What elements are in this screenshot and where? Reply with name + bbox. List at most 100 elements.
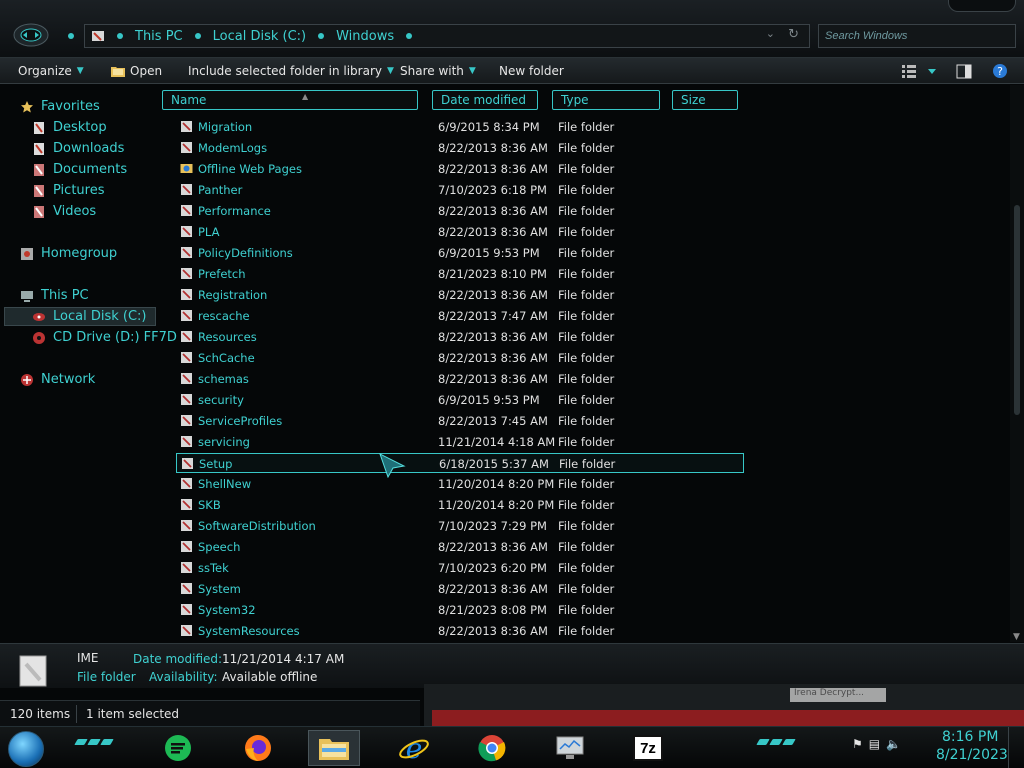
column-header-date[interactable]: Date modified (432, 90, 538, 110)
vertical-scrollbar[interactable]: ▼ (1010, 85, 1024, 642)
file-row[interactable]: security 6/9/2015 9:53 PM File folder (176, 390, 744, 410)
file-row[interactable]: System32 8/21/2023 8:08 PM File folder (176, 600, 744, 620)
file-type: File folder (558, 498, 615, 512)
file-row[interactable]: System 8/22/2013 8:36 AM File folder (176, 579, 744, 599)
start-button[interactable] (8, 731, 44, 767)
recent-pages-dot-icon[interactable] (68, 33, 74, 39)
organize-button[interactable]: Organize ▼ (18, 58, 84, 84)
column-header-name[interactable]: Name ▲ (162, 90, 418, 110)
nav-desktop[interactable]: Desktop (32, 120, 107, 135)
file-date-modified: 6/9/2015 9:53 PM (438, 246, 540, 260)
file-row[interactable]: rescache 8/22/2013 7:47 AM File folder (176, 306, 744, 326)
file-row[interactable]: SoftwareDistribution 7/10/2023 7:29 PM Fil… (176, 516, 744, 536)
file-row[interactable]: Resources 8/22/2013 8:36 AM File folder (176, 327, 744, 347)
chevron-down-icon: ▼ (468, 66, 476, 76)
file-name: System32 (198, 603, 256, 617)
share-with-button[interactable]: Share with ▼ (400, 58, 476, 84)
scroll-down-icon[interactable]: ▼ (1013, 632, 1020, 642)
status-item-count: 120 items (10, 707, 71, 721)
breadcrumb-windows[interactable]: Windows (336, 29, 394, 44)
file-row[interactable]: SKB 11/20/2014 8:20 PM File folder (176, 495, 744, 515)
folder-icon (181, 541, 192, 552)
column-header-size[interactable]: Size (672, 90, 738, 110)
file-row[interactable]: schemas 8/22/2013 8:36 AM File folder (176, 369, 744, 389)
chrome-icon (478, 735, 506, 762)
clock-time[interactable]: 8:16 PM (942, 729, 998, 745)
new-folder-button[interactable]: New folder (499, 58, 564, 84)
chevron-down-icon[interactable]: ⌄ (766, 27, 775, 40)
nav-documents[interactable]: Documents (32, 162, 127, 177)
clock-date[interactable]: 8/21/2023 (936, 747, 1008, 763)
file-row[interactable]: Migration 6/9/2015 8:34 PM File folder (176, 117, 744, 137)
address-bar[interactable]: This PC Local Disk (C:) Windows ⌄ ↻ (84, 24, 810, 48)
nav-videos[interactable]: Videos (32, 204, 96, 219)
flag-icon[interactable]: ⚑ (852, 737, 863, 751)
taskbar-chrome[interactable] (466, 730, 518, 766)
search-input[interactable] (818, 24, 1016, 48)
include-in-library-button[interactable]: Include selected folder in library ▼ (188, 58, 394, 84)
taskbar-monitor-app[interactable] (544, 730, 596, 766)
preview-pane-icon[interactable] (956, 64, 972, 79)
file-name: schemas (198, 372, 249, 386)
nav-homegroup[interactable]: Homegroup (20, 246, 117, 261)
file-type: File folder (558, 183, 615, 197)
taskbar-7zip[interactable]: 7z (622, 730, 674, 766)
file-row[interactable]: ServiceProfiles 8/22/2013 7:45 AM File fol… (176, 411, 744, 431)
breadcrumb-local-disk[interactable]: Local Disk (C:) (213, 29, 306, 44)
nav-this-pc[interactable]: This PC (20, 288, 89, 303)
file-type: File folder (559, 457, 616, 471)
refresh-icon[interactable]: ↻ (788, 27, 799, 42)
folder-icon (181, 415, 192, 426)
open-button[interactable]: Open (110, 58, 162, 84)
file-row[interactable]: ssTek 7/10/2023 6:20 PM File folder (176, 558, 744, 578)
file-name: Panther (198, 183, 243, 197)
scrollbar-thumb[interactable] (1014, 205, 1020, 415)
monitor-icon (556, 736, 584, 759)
taskbar-internet-explorer[interactable]: e (388, 730, 440, 766)
nav-cd-drive[interactable]: CD Drive (D:) FF7D (32, 330, 177, 345)
file-name: ModemLogs (198, 141, 268, 155)
nav-pictures[interactable]: Pictures (32, 183, 104, 198)
breadcrumb-separator-icon (194, 33, 201, 39)
network-tray-icon[interactable]: ▤ (869, 737, 880, 751)
file-row[interactable]: Panther 7/10/2023 6:18 PM File folder (176, 180, 744, 200)
nav-local-disk[interactable]: Local Disk (C:) (32, 309, 146, 324)
folder-icon (181, 583, 192, 594)
details-availability-label: Availability: (149, 670, 218, 684)
file-row[interactable]: servicing 11/21/2014 4:18 AM File folder (176, 432, 744, 452)
help-icon[interactable]: ? (992, 63, 1008, 79)
show-desktop-button[interactable] (1008, 727, 1024, 768)
change-view-icon[interactable] (902, 64, 938, 78)
file-row[interactable]: Performance 8/22/2013 8:36 AM File folder (176, 201, 744, 221)
taskbar-sheets[interactable] (152, 730, 204, 766)
nav-favorites[interactable]: Favorites (20, 99, 100, 114)
file-row[interactable]: Registration 8/22/2013 8:36 AM File folder (176, 285, 744, 305)
file-row[interactable]: ModemLogs 8/22/2013 8:36 AM File folder (176, 138, 744, 158)
nav-network[interactable]: Network (20, 372, 95, 387)
breadcrumb-separator-icon[interactable] (406, 33, 413, 39)
computer-icon (21, 290, 33, 302)
file-row[interactable]: PLA 8/22/2013 8:36 AM File folder (176, 222, 744, 242)
taskbar-file-explorer[interactable] (308, 730, 360, 766)
nav-cd-drive-label: CD Drive (D:) FF7D (53, 330, 177, 345)
file-type: File folder (558, 372, 615, 386)
file-name: Migration (198, 120, 253, 134)
file-date-modified: 6/9/2015 8:34 PM (438, 120, 540, 134)
background-window[interactable]: Irena Decrypt... (424, 684, 1024, 728)
nav-downloads[interactable]: Downloads (32, 141, 124, 156)
back-forward-orb-icon[interactable] (12, 20, 50, 50)
breadcrumb-this-pc[interactable]: This PC (135, 29, 183, 44)
taskbar-firefox[interactable] (232, 730, 284, 766)
file-row[interactable]: Prefetch 8/21/2023 8:10 PM File folder (176, 264, 744, 284)
file-row[interactable]: Speech 8/22/2013 8:36 AM File folder (176, 537, 744, 557)
file-date-modified: 11/21/2014 4:18 AM (438, 435, 556, 449)
file-row[interactable]: Offline Web Pages 8/22/2013 8:36 AM File f… (176, 159, 744, 179)
column-header-type[interactable]: Type (552, 90, 660, 110)
file-row[interactable]: SystemResources 8/22/2013 8:36 AM File fol… (176, 621, 744, 641)
file-row[interactable]: Setup 6/18/2015 5:37 AM File folder (176, 453, 744, 473)
file-row[interactable]: ShellNew 11/20/2014 8:20 PM File folder (176, 474, 744, 494)
file-row[interactable]: SchCache 8/22/2013 8:36 AM File folder (176, 348, 744, 368)
volume-icon[interactable]: 🔈 (886, 737, 901, 751)
file-name: Resources (198, 330, 257, 344)
file-row[interactable]: PolicyDefinitions 6/9/2015 9:53 PM File fo… (176, 243, 744, 263)
